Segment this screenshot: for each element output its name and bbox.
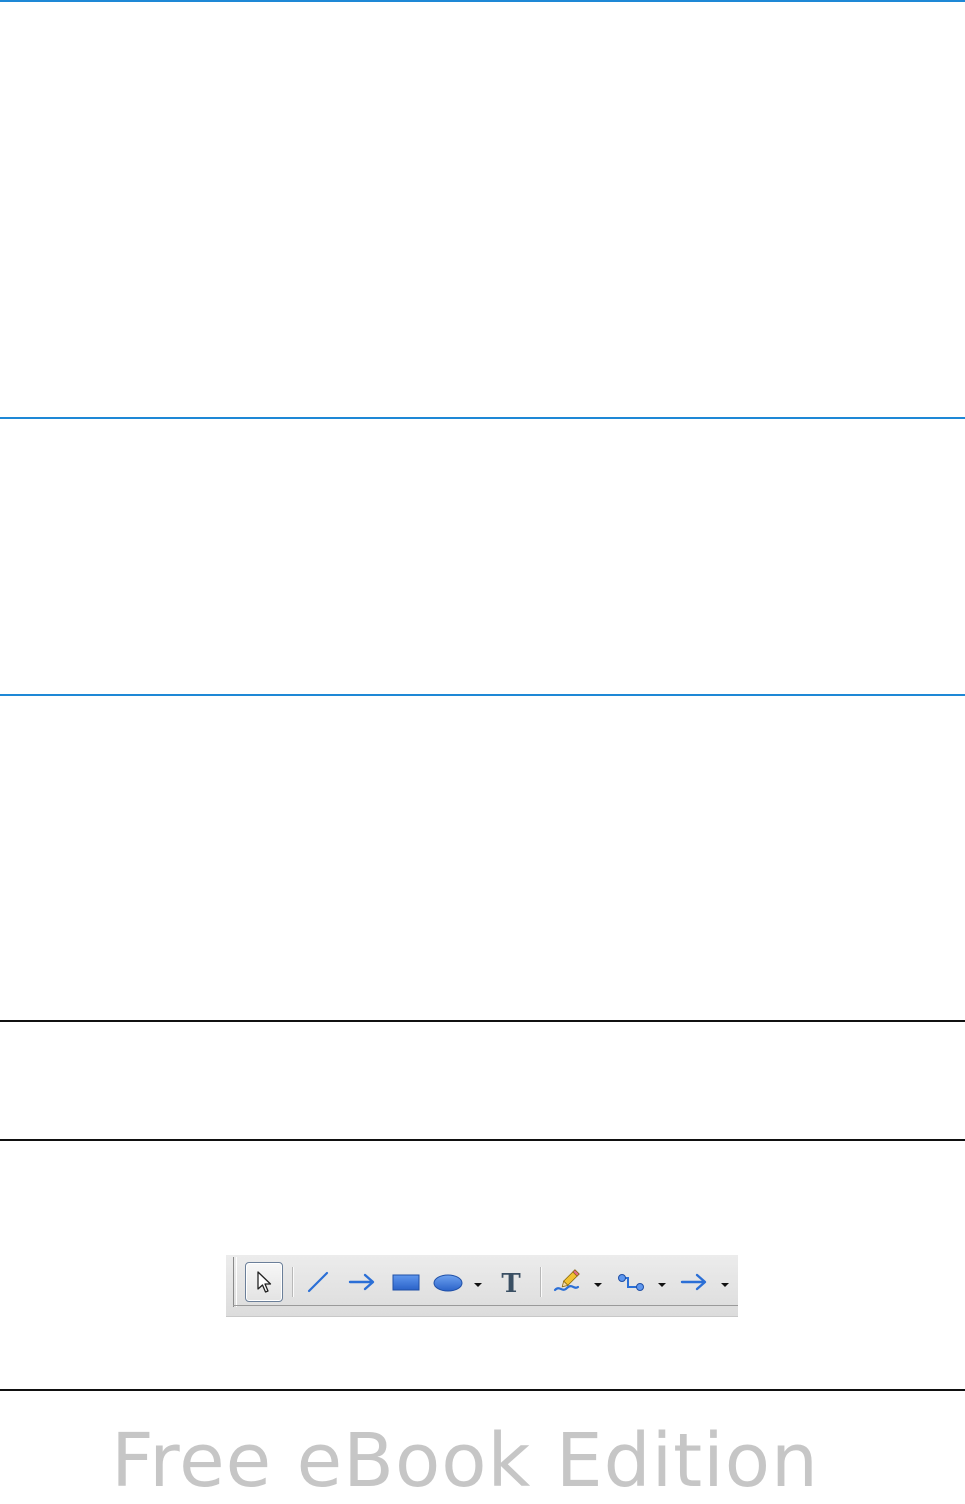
horizontal-rule [0,0,965,2]
block-arrows-button[interactable] [676,1262,712,1302]
chevron-down-icon [658,1273,666,1292]
freeform-dropdown-button[interactable] [592,1262,604,1302]
chevron-down-icon [474,1273,482,1292]
block-arrows-icon [679,1269,709,1295]
svg-text:T: T [501,1269,521,1296]
ellipse-icon [432,1269,464,1295]
select-pointer-icon [254,1269,274,1295]
chevron-down-icon [721,1273,729,1292]
watermark-text: Free eBook Edition [111,1418,819,1504]
ellipse-button[interactable] [430,1262,466,1302]
select-button[interactable] [245,1262,283,1302]
rectangle-icon [391,1269,421,1295]
table-rule [0,1139,965,1141]
table-rule [0,1020,965,1022]
horizontal-rule [0,417,965,419]
toolbar-separator [292,1267,294,1297]
freeform-line-icon [552,1268,582,1296]
drawing-toolbar: T [226,1255,738,1317]
line-ends-with-arrow-icon [347,1269,377,1295]
horizontal-rule [0,694,965,696]
chevron-down-icon [594,1273,602,1292]
text-icon: T [498,1268,524,1296]
toolbar-base-line [233,1305,738,1306]
connector-dropdown-button[interactable] [656,1262,668,1302]
table-rule [0,1389,965,1391]
line-arrow-button[interactable] [344,1262,380,1302]
freeform-button[interactable] [550,1262,584,1302]
connector-button[interactable] [614,1262,648,1302]
toolbar-grip[interactable] [233,1257,237,1307]
toolbar-separator [540,1267,542,1297]
line-button[interactable] [302,1262,334,1302]
connector-icon [616,1269,646,1295]
rectangle-button[interactable] [388,1262,424,1302]
ellipse-dropdown-button[interactable] [472,1262,484,1302]
line-icon [305,1269,331,1295]
block-arrows-dropdown-button[interactable] [719,1262,731,1302]
text-button[interactable]: T [494,1262,528,1302]
